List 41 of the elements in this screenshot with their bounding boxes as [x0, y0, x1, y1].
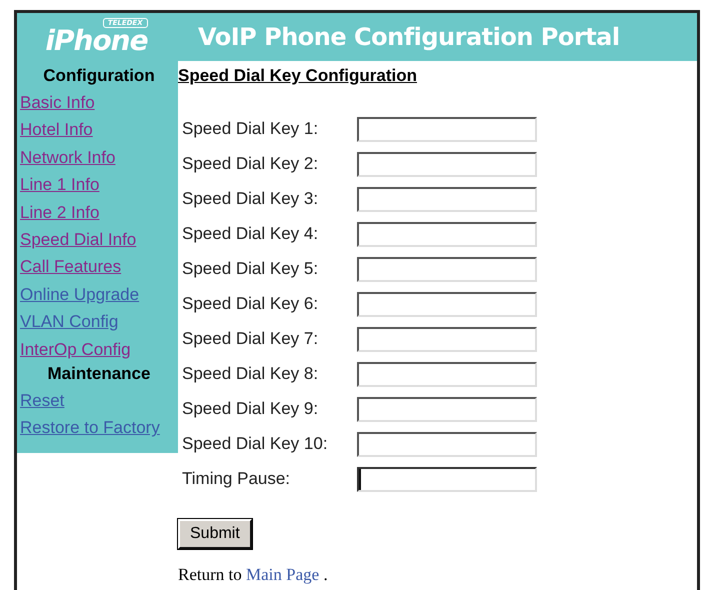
field-label: Speed Dial Key 3: — [181, 188, 320, 210]
field-label: Timing Pause: — [181, 468, 292, 490]
field-label: Speed Dial Key 10: — [181, 433, 329, 456]
page-heading: Speed Dial Key Configuration — [178, 65, 418, 87]
nav-link[interactable]: Basic Info — [20, 93, 95, 112]
field-label: Speed Dial Key 5: — [181, 258, 320, 280]
input-field[interactable] — [357, 432, 537, 456]
input-field[interactable] — [357, 186, 537, 212]
input-field[interactable] — [357, 222, 537, 246]
portal-title: VoIP Phone Configuration Portal — [198, 22, 620, 53]
field-label: Speed Dial Key 9: — [181, 398, 320, 420]
input-field[interactable] — [357, 466, 537, 492]
field-label: Speed Dial Key 8: — [181, 363, 320, 386]
nav-link[interactable]: Line 1 Info — [20, 175, 100, 194]
nav-link[interactable]: Speed Dial Info — [20, 230, 136, 250]
input-field[interactable] — [357, 396, 537, 422]
input-field[interactable] — [357, 362, 537, 386]
nav-link[interactable]: Line 2 Info — [20, 202, 100, 222]
nav-link[interactable]: Network Info — [20, 148, 116, 167]
field-label: Speed Dial Key 1: — [181, 118, 320, 140]
field-label: Speed Dial Key 7: — [181, 328, 320, 350]
nav-link[interactable]: Hotel Info — [20, 120, 93, 140]
input-field[interactable] — [357, 256, 537, 282]
nav-link[interactable]: VLAN Config — [20, 312, 118, 332]
input-field[interactable] — [357, 152, 537, 176]
input-field[interactable] — [357, 116, 537, 142]
return-text: Return to Main Page . — [178, 566, 329, 584]
nav-link[interactable]: Call Features — [20, 257, 122, 276]
nav-link[interactable]: Restore to Factory — [20, 418, 160, 438]
field-label: Speed Dial Key 6: — [181, 293, 320, 316]
field-label: Speed Dial Key 4: — [181, 223, 320, 246]
input-field[interactable] — [357, 292, 537, 316]
submit-button[interactable]: Submit — [178, 518, 252, 548]
field-label: Speed Dial Key 2: — [181, 153, 320, 176]
nav-link[interactable]: InterOp Config — [20, 340, 131, 359]
input-field[interactable] — [357, 326, 537, 352]
section-heading: Configuration — [42, 65, 156, 87]
main-page-link[interactable]: Main Page — [246, 564, 320, 584]
nav-link[interactable]: Reset — [20, 391, 64, 410]
nav-link[interactable]: Online Upgrade — [20, 284, 140, 304]
section-heading: Maintenance — [46, 363, 152, 386]
